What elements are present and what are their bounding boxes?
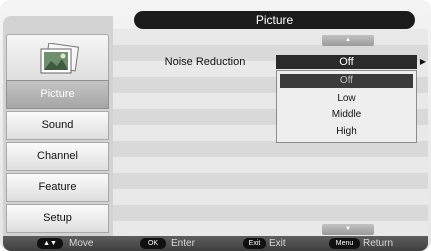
noise-reduction-dropdown: Off Low Middle High (276, 70, 417, 143)
sidebar-item-sound[interactable]: Sound (6, 111, 109, 140)
category-image-tile (6, 34, 109, 86)
return-hint: Return (363, 238, 394, 249)
sidebar-item-setup[interactable]: Setup (6, 204, 109, 233)
exit-hint: Exit (269, 238, 286, 249)
dropdown-option-off[interactable]: Off (280, 74, 413, 88)
chevron-right-icon[interactable]: ▶ (418, 56, 428, 68)
chevron-down-icon: ▼ (345, 226, 351, 232)
exit-key-icon: Exit (243, 238, 266, 249)
dropdown-option-low[interactable]: Low (280, 92, 413, 106)
sidebar-item-picture[interactable]: Picture (6, 80, 109, 109)
dropdown-option-high[interactable]: High (280, 125, 413, 139)
scroll-up-button[interactable]: ▲ (322, 35, 374, 46)
enter-hint: Enter (171, 238, 195, 249)
move-key-icon: ▲▼ (37, 238, 63, 249)
sidebar-item-channel[interactable]: Channel (6, 142, 109, 171)
ok-key-icon: OK (140, 238, 166, 249)
chevron-up-icon: ▲ (345, 37, 351, 43)
menu-key-icon: Menu (329, 238, 360, 249)
menu-title: Picture (134, 11, 415, 29)
key-hint-bar: ▲▼ Move OK Enter Exit Exit Menu Return (3, 236, 428, 251)
photos-icon (40, 43, 79, 74)
scroll-down-button[interactable]: ▼ (322, 224, 374, 235)
dropdown-option-middle[interactable]: Middle (280, 108, 413, 122)
noise-reduction-label: Noise Reduction (164, 56, 246, 68)
sidebar-item-feature[interactable]: Feature (6, 173, 109, 202)
move-hint: Move (69, 238, 94, 249)
noise-reduction-value[interactable]: Off (276, 55, 417, 69)
